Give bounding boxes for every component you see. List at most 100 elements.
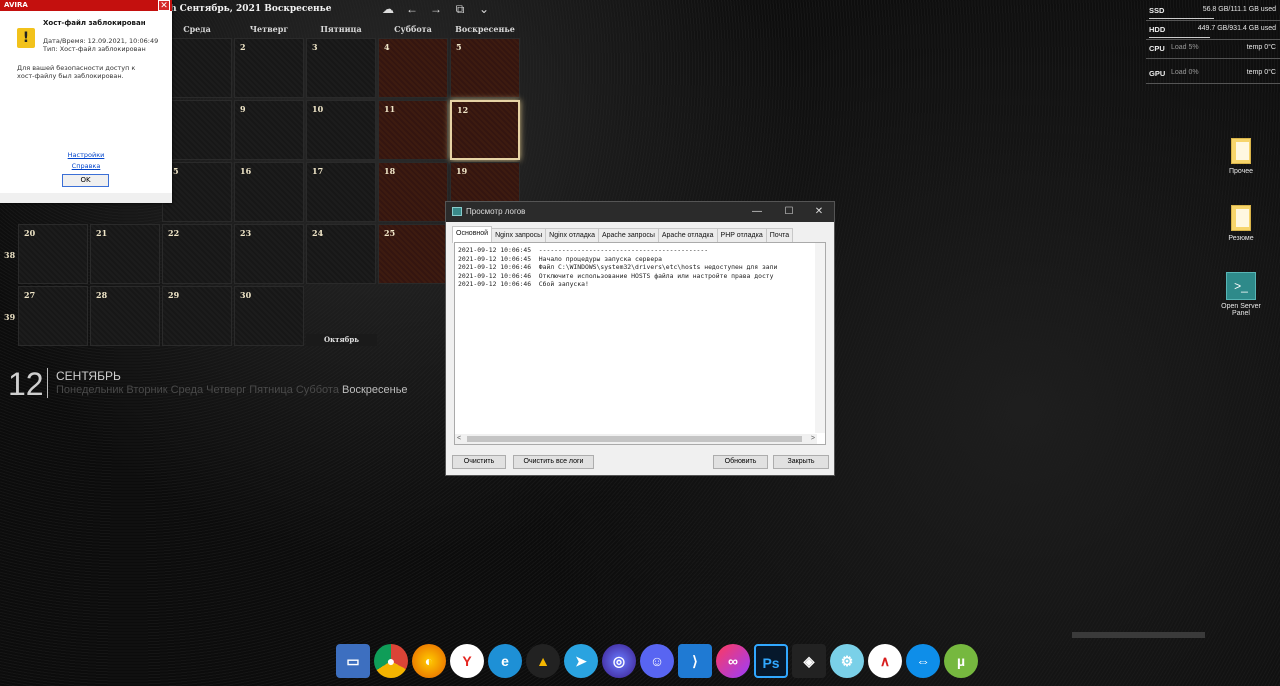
calendar-day[interactable]: 27 [18,286,88,346]
close-button[interactable]: Закрыть [773,455,829,469]
ok-button[interactable]: OK [62,174,109,187]
weekday-header: Воскресенье [455,24,515,34]
next-month-label[interactable]: Октябрь [306,334,377,346]
warning-icon: ! [17,28,35,48]
calendar-day[interactable]: 24 [306,224,376,284]
tab-apache-requests[interactable]: Apache запросы [597,228,659,243]
tab-nginx-debug[interactable]: Nginx отладка [545,228,599,243]
tab-main[interactable]: Основной [452,226,493,243]
tab-apache-debug[interactable]: Apache отладка [657,228,718,243]
chevron-down-icon[interactable]: ⌄ [476,2,492,16]
avira-type: Тип: Хост-файл заблокирован [43,45,146,53]
clear-button[interactable]: Очистить [452,455,506,469]
log-viewer-window: Просмотр логов — ☐ ✕ Основной Nginx запр… [445,201,835,476]
gpu-temp: temp 0°C [1246,69,1276,76]
day-number: 11 [384,104,396,114]
teamviewer-icon[interactable]: ⇔ [906,644,940,678]
help-link[interactable]: Справка [0,162,172,170]
tab-nginx-requests[interactable]: Nginx запросы [491,228,547,243]
refresh-button[interactable]: Обновить [713,455,768,469]
arrow-left-icon[interactable]: ← [404,2,420,16]
calendar-day[interactable]: 17 [306,162,376,222]
calendar-day[interactable]: 9 [234,100,304,160]
calendar-day[interactable]: 5 [162,162,232,222]
calendar-day[interactable]: 5 [450,38,520,98]
chrome-icon[interactable]: ● [374,644,408,678]
calendar-day[interactable]: 11 [378,100,448,160]
files-icon[interactable]: ▭ [336,644,370,678]
calendar-day[interactable]: 16 [234,162,304,222]
calendar-day[interactable]: 2 [234,38,304,98]
hdd-value: 449.7 GB/931.4 GB used [1197,25,1276,32]
calendar-day[interactable]: 28 [90,286,160,346]
browser-icon[interactable]: ◎ [602,644,636,678]
desktop-icon-open-server[interactable]: >_ Open Server Panel [1213,272,1269,317]
big-date: 12 [8,366,44,402]
window-icon[interactable]: ⧉ [452,2,468,16]
close-icon[interactable]: ✕ [158,0,170,11]
cpu-row: CPU Load 5% temp 0°C [1146,40,1280,59]
window-title: Просмотр логов [466,207,526,216]
day-number: 23 [240,228,252,238]
artstation-icon[interactable]: ▲ [526,644,560,678]
calendar-day[interactable] [162,100,232,160]
cpu-label: CPU [1149,44,1165,53]
date-divider [47,368,48,398]
day-number: 12 [457,105,469,115]
desktop-icon-resume[interactable]: Резюме [1213,205,1269,242]
folder-icon [1231,138,1251,164]
photoshop-icon[interactable]: Ps [754,644,788,678]
log-line: 2021-09-12 10:06:46 Сбой запуска! [458,280,589,289]
scroll-right-icon[interactable]: > [811,434,815,444]
clear-all-button[interactable]: Очистить все логи [513,455,594,469]
minimize-icon[interactable]: — [742,202,772,222]
calendar-day[interactable] [162,38,232,98]
calendar-day[interactable]: 25 [378,224,448,284]
window-titlebar: Просмотр логов — ☐ ✕ [446,202,834,222]
calendar-toolbar: ☁ ← → ⧉ ⌄ [380,2,492,16]
scrollbar-thumb[interactable] [467,436,802,442]
tab-php-debug[interactable]: PHP отладка [716,228,767,243]
calendar-day[interactable]: 29 [162,286,232,346]
creative-cloud-icon[interactable]: ∞ [716,644,750,678]
arrow-right-icon[interactable]: → [428,2,444,16]
firefox-icon[interactable]: ◐ [412,644,446,678]
maximize-icon[interactable]: ☐ [774,202,804,222]
calendar-day[interactable]: 20 [18,224,88,284]
close-icon[interactable]: ✕ [804,202,834,222]
calendar-day[interactable]: 3 [306,38,376,98]
settings-link[interactable]: Настройки [0,151,172,159]
yandex-icon[interactable]: Y [450,644,484,678]
telegram-icon[interactable]: ➤ [564,644,598,678]
log-textarea[interactable]: 2021-09-12 10:06:45 --------------------… [454,242,826,445]
ie-icon[interactable]: e [488,644,522,678]
horizontal-scrollbar[interactable]: < > [455,434,817,444]
figma-icon[interactable]: ◈ [792,644,826,678]
cloud-icon[interactable]: ☁ [380,2,396,16]
vertical-scrollbar[interactable] [815,243,825,433]
log-line: 2021-09-12 10:06:45 --------------------… [458,246,709,254]
calendar-day[interactable]: 23 [234,224,304,284]
day-number: 10 [312,104,324,114]
avira-popup: AVIRA ✕ ! Хост-файл заблокирован Дата/Вр… [0,0,172,203]
big-month: СЕНТЯБРЬ [56,369,121,383]
calendar-day[interactable]: 18 [378,162,448,222]
desktop-icon-other[interactable]: Прочее [1213,138,1269,175]
desktop-icon-label: Open Server [1221,303,1261,310]
vscode-icon[interactable]: ⟩ [678,644,712,678]
calendar-day[interactable]: 4 [378,38,448,98]
tab-mail[interactable]: Почта [765,228,794,243]
calendar-day[interactable]: 21 [90,224,160,284]
day-number: 30 [240,290,252,300]
log-line: 2021-09-12 10:06:45 Начало процедуры зап… [458,254,662,263]
scroll-left-icon[interactable]: < [457,434,461,444]
calendar-day[interactable]: 10 [306,100,376,160]
hdd-usage-bar [1149,37,1211,38]
calendar-day[interactable]: 22 [162,224,232,284]
calendar-day[interactable]: 30 [234,286,304,346]
avira-icon[interactable]: ∧ [868,644,902,678]
settings-icon[interactable]: ⚙ [830,644,864,678]
calendar-day-today[interactable]: 12 [450,100,520,160]
utorrent-icon[interactable]: µ [944,644,978,678]
discord-icon[interactable]: ☺ [640,644,674,678]
